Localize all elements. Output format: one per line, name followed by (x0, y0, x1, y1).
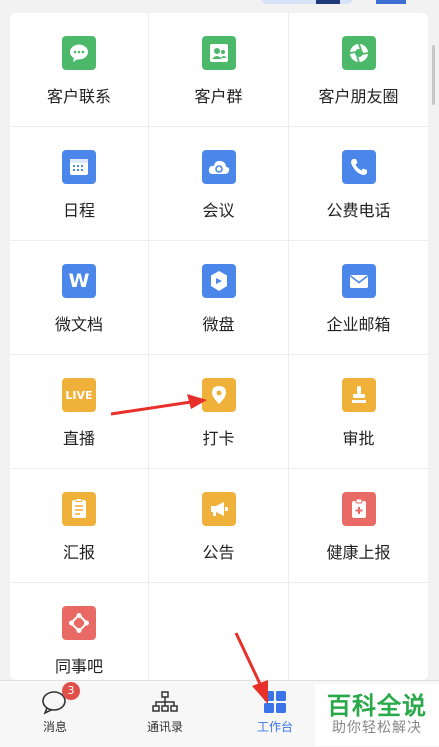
app-label: 健康上报 (326, 543, 391, 562)
app-label: 会议 (202, 201, 235, 220)
app-grid: 客户联系 客户群 客户朋友圈 日程 会议 公费电话 W 微文档 微盘 企业邮箱 … (10, 13, 428, 680)
tab-messages[interactable]: 3 消息 (0, 681, 110, 747)
mail-icon (341, 264, 376, 298)
app-label: 汇报 (62, 543, 95, 562)
app-micro-doc[interactable]: W 微文档 (10, 241, 149, 355)
top-strip (0, 0, 439, 6)
app-label: 微盘 (202, 315, 235, 334)
cloud-meeting-icon (201, 150, 236, 184)
watermark: 百科全说 助你轻松解决 (315, 684, 439, 746)
app-approval[interactable]: 审批 (289, 355, 428, 469)
contact-group-icon (201, 36, 236, 70)
tab-label: 工作台 (256, 720, 293, 734)
colleague-network-icon (62, 606, 96, 640)
app-announcement[interactable]: 公告 (149, 469, 289, 583)
app-label: 直播 (62, 429, 95, 448)
tab-contacts[interactable]: 通讯录 (110, 681, 220, 747)
org-chart-icon (151, 689, 179, 715)
app-label: 公费电话 (326, 201, 391, 220)
watermark-subtitle: 助你轻松解决 (332, 720, 422, 736)
tab-label: 消息 (42, 720, 67, 734)
empty-cell (289, 583, 428, 680)
live-icon: LIVE (62, 378, 96, 412)
app-customer-moments[interactable]: 客户朋友圈 (289, 13, 428, 127)
annotation-arrow-icon (110, 394, 207, 416)
cloud-drive-icon (201, 264, 236, 298)
wechat-chat-icon (62, 36, 96, 70)
app-customer-group[interactable]: 客户群 (149, 13, 289, 127)
app-label: 日程 (62, 201, 95, 220)
document-w-icon: W (62, 264, 96, 298)
unread-badge: 3 (62, 682, 80, 700)
phone-icon (341, 150, 376, 184)
app-customer-contact[interactable]: 客户联系 (10, 13, 149, 127)
stamp-icon (341, 378, 376, 412)
app-label: 同事吧 (54, 657, 103, 676)
app-label: 微文档 (54, 315, 103, 334)
app-label: 公告 (202, 543, 235, 562)
app-label: 审批 (342, 429, 375, 448)
megaphone-icon (201, 492, 236, 526)
health-plus-icon (341, 492, 376, 526)
scrollbar[interactable] (432, 45, 435, 105)
app-label: 打卡 (202, 429, 235, 448)
app-micro-drive[interactable]: 微盘 (149, 241, 289, 355)
app-colleague-bar[interactable]: 同事吧 (10, 583, 149, 680)
app-meeting[interactable]: 会议 (149, 127, 289, 241)
watermark-title: 百科全说 (327, 692, 427, 720)
app-label: 客户群 (194, 87, 243, 106)
app-health-report[interactable]: 健康上报 (289, 469, 428, 583)
app-public-phone[interactable]: 公费电话 (289, 127, 428, 241)
app-label: 企业邮箱 (326, 315, 391, 334)
tab-label: 通讯录 (146, 720, 183, 734)
app-report[interactable]: 汇报 (10, 469, 149, 583)
app-schedule[interactable]: 日程 (10, 127, 149, 241)
report-icon (62, 492, 96, 526)
calendar-icon (62, 150, 96, 184)
moments-aperture-icon (341, 36, 376, 70)
app-label: 客户朋友圈 (318, 87, 399, 106)
app-grid-card: 客户联系 客户群 客户朋友圈 日程 会议 公费电话 W 微文档 微盘 企业邮箱 … (10, 13, 428, 680)
annotation-arrow-icon (234, 632, 268, 704)
app-enterprise-mail[interactable]: 企业邮箱 (289, 241, 428, 355)
app-label: 客户联系 (46, 87, 111, 106)
